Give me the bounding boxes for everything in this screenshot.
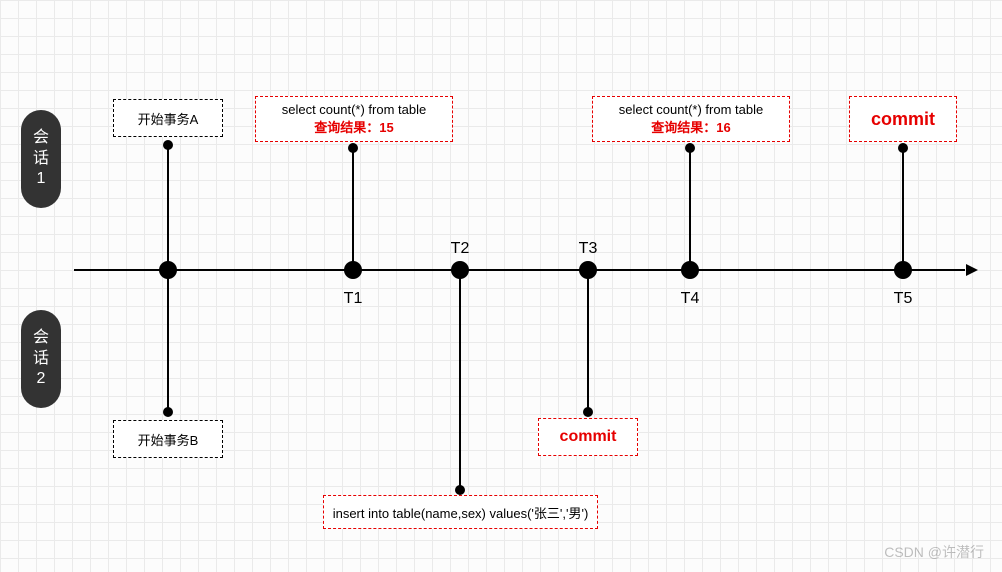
watermark: CSDN @许潜行 xyxy=(884,542,984,562)
stem-dot-select2 xyxy=(685,143,695,153)
session-2-badge: 会 话 2 xyxy=(21,310,61,408)
axis-dot-t5 xyxy=(894,261,912,279)
box-select1-sql: select count(*) from table xyxy=(282,102,427,117)
box-start-b-text: 开始事务B xyxy=(138,430,199,449)
t5-label: T5 xyxy=(894,290,913,308)
timeline-arrowhead xyxy=(966,264,978,276)
box-insert-sql: insert into table(name,sex) values('张三',… xyxy=(333,503,589,522)
stem-select2 xyxy=(689,148,691,270)
box-select2-sql: select count(*) from table xyxy=(619,102,764,117)
stem-select1 xyxy=(352,148,354,270)
box-commit1-text: commit xyxy=(871,109,935,130)
stem-dot-start-a xyxy=(163,140,173,150)
axis-dot-t0 xyxy=(159,261,177,279)
stem-dot-commit2 xyxy=(583,407,593,417)
axis-dot-t2 xyxy=(451,261,469,279)
box-start-b: 开始事务B xyxy=(113,420,223,458)
axis-dot-t4 xyxy=(681,261,699,279)
t2-label: T2 xyxy=(451,240,470,258)
timeline-axis xyxy=(74,269,965,271)
t1-label: T1 xyxy=(344,290,363,308)
stem-commit2 xyxy=(587,270,589,412)
stem-dot-commit1 xyxy=(898,143,908,153)
box-start-a: 开始事务A xyxy=(113,99,223,137)
stem-start-a xyxy=(167,145,169,270)
session-2-label: 会 话 2 xyxy=(33,328,49,390)
box-select1-result: 查询结果：15 xyxy=(314,117,393,136)
box-commit2-text: commit xyxy=(560,428,617,446)
t3-label: T3 xyxy=(579,240,598,258)
box-start-a-text: 开始事务A xyxy=(138,109,199,128)
stem-dot-insert xyxy=(455,485,465,495)
box-select2-result: 查询结果：16 xyxy=(651,117,730,136)
box-commit1: commit xyxy=(849,96,957,142)
stem-insert xyxy=(459,270,461,490)
box-insert: insert into table(name,sex) values('张三',… xyxy=(323,495,598,529)
box-commit2: commit xyxy=(538,418,638,456)
box-select2: select count(*) from table 查询结果：16 xyxy=(592,96,790,142)
session-1-badge: 会 话 1 xyxy=(21,110,61,208)
stem-commit1 xyxy=(902,148,904,270)
axis-dot-t1 xyxy=(344,261,362,279)
axis-dot-t3 xyxy=(579,261,597,279)
t4-label: T4 xyxy=(681,290,700,308)
diagram-canvas: 会 话 1 会 话 2 开始事务A 开始事务B T1 select count(… xyxy=(0,0,1002,572)
stem-dot-select1 xyxy=(348,143,358,153)
box-select1: select count(*) from table 查询结果：15 xyxy=(255,96,453,142)
stem-start-b xyxy=(167,270,169,412)
stem-dot-start-b xyxy=(163,407,173,417)
session-1-label: 会 话 1 xyxy=(33,128,49,190)
